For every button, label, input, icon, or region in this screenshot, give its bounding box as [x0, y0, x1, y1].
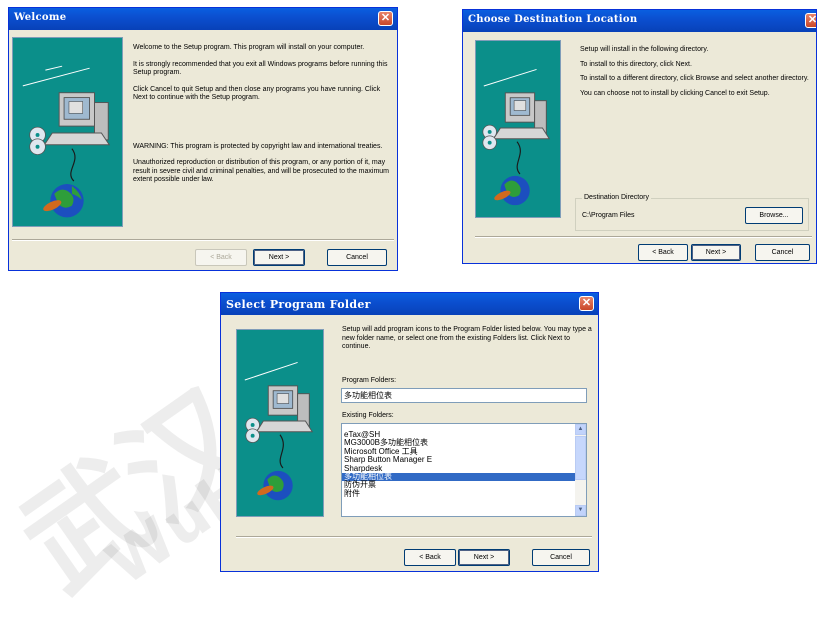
list-item[interactable]: 附件 [342, 489, 575, 498]
program-folder-input[interactable]: 多功能相位表 [341, 388, 587, 403]
destination-path: C:\Program Files [582, 212, 635, 219]
back-button[interactable]: < Back [195, 249, 247, 266]
welcome-dialog: Welcome ✕ Welcome to the Setup program. … [8, 7, 398, 271]
cd-disc-icon [482, 124, 497, 150]
destination-titlebar[interactable]: Choose Destination Location ✕ [463, 10, 816, 32]
globe-icon [43, 184, 84, 218]
warning-paragraph: WARNING: This program is protected by co… [133, 142, 383, 150]
destination-body: Setup will install in the following dire… [580, 46, 812, 106]
destination-paragraph: You can choose not to install by clickin… [580, 89, 770, 97]
welcome-body: Welcome to the Setup program. This progr… [133, 44, 389, 193]
destination-paragraph: To install to this directory, click Next… [580, 60, 692, 68]
folder-intro: Setup will add program icons to the Prog… [342, 326, 592, 350]
welcome-title: Welcome [14, 12, 67, 23]
welcome-paragraph: Welcome to the Setup program. This progr… [133, 44, 365, 51]
separator [475, 236, 812, 238]
folder-dialog: Select Program Folder ✕ Setup will add p… [220, 292, 599, 572]
program-folders-label: Program Folders: [342, 377, 397, 384]
welcome-titlebar[interactable]: Welcome ✕ [9, 8, 397, 30]
setup-side-image [475, 40, 561, 218]
welcome-paragraph: Click Cancel to quit Setup and then clos… [133, 85, 381, 102]
setup-side-image [12, 37, 123, 227]
computer-icon [492, 92, 551, 140]
welcome-paragraph: Unauthorized reproduction or distributio… [133, 159, 390, 183]
folder-titlebar[interactable]: Select Program Folder ✕ [221, 293, 598, 315]
cd-disc-icon [29, 126, 46, 155]
scroll-up-icon[interactable]: ▲ [575, 424, 586, 435]
destination-directory-label: Destination Directory [582, 194, 651, 201]
next-button[interactable]: Next > [458, 549, 510, 566]
existing-folders-label: Existing Folders: [342, 412, 394, 419]
separator [236, 536, 592, 538]
destination-directory-group: Destination Directory C:\Program Files B… [575, 194, 809, 231]
separator [12, 239, 394, 241]
scroll-thumb[interactable] [575, 436, 586, 480]
back-button[interactable]: < Back [404, 549, 456, 566]
computer-icon [255, 385, 314, 433]
list-scrollbar[interactable]: ▲ ▼ [575, 424, 586, 516]
welcome-paragraph: It is strongly recommended that you exit… [133, 60, 388, 77]
existing-folders-list[interactable]: eTax@SH MG3000B多功能相位表 Microsoft Office 工… [341, 423, 587, 517]
computer-icon [43, 92, 111, 146]
list-item-selected[interactable]: 多功能相位表 [342, 472, 575, 482]
destination-paragraph: Setup will install in the following dire… [580, 46, 709, 53]
next-button[interactable]: Next > [253, 249, 305, 266]
close-icon[interactable]: ✕ [579, 296, 594, 311]
setup-side-image [236, 329, 324, 517]
destination-title: Choose Destination Location [468, 14, 638, 25]
close-icon[interactable]: ✕ [805, 13, 816, 28]
folder-title: Select Program Folder [226, 298, 371, 311]
globe-icon [257, 470, 293, 501]
cancel-button[interactable]: Cancel [327, 249, 387, 266]
cd-disc-icon [245, 417, 260, 443]
next-button[interactable]: Next > [691, 244, 741, 261]
cancel-button[interactable]: Cancel [755, 244, 810, 261]
close-icon[interactable]: ✕ [378, 11, 393, 26]
destination-dialog: Choose Destination Location ✕ Setup will… [462, 9, 817, 264]
browse-button[interactable]: Browse... [745, 207, 803, 224]
globe-icon [494, 175, 530, 206]
destination-paragraph: To install to a different directory, cli… [580, 75, 809, 82]
scroll-down-icon[interactable]: ▼ [575, 505, 586, 516]
list-item[interactable]: 防伪开票 [342, 480, 575, 489]
back-button[interactable]: < Back [638, 244, 688, 261]
cancel-button[interactable]: Cancel [532, 549, 590, 566]
